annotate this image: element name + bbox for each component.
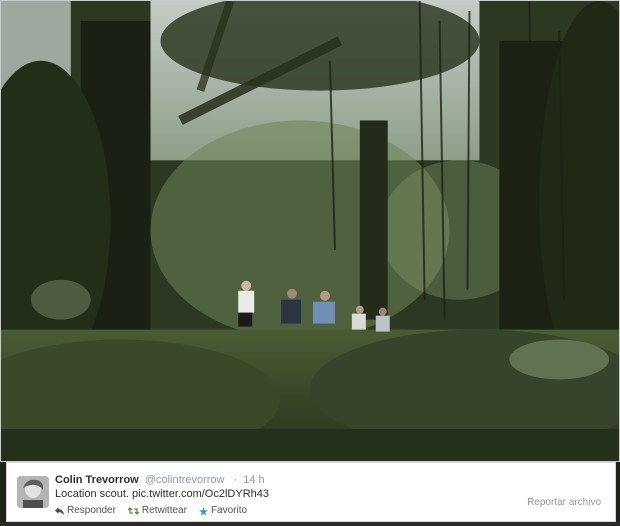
tweet-time[interactable]: 14 h — [243, 474, 264, 486]
user-handle[interactable]: @colintrevorrow — [145, 474, 225, 486]
retweet-label: Retwittear — [141, 505, 187, 516]
display-name[interactable]: Colin Trevorrow — [55, 474, 139, 486]
reply-label: Responder — [67, 505, 116, 516]
reply-icon — [55, 507, 64, 515]
separator: · — [233, 474, 238, 486]
favorite-button[interactable]: Favorito — [198, 505, 248, 517]
reply-button[interactable]: Responder — [55, 505, 116, 517]
tweet-photo[interactable] — [0, 0, 620, 462]
tweet-text: Location scout. pic.twitter.com/Oc2lDYRh… — [55, 488, 269, 500]
report-link[interactable]: Reportar archivo — [527, 497, 601, 508]
star-icon — [198, 506, 208, 516]
tweet-actions: Responder Retwittear Favorito — [55, 505, 259, 517]
retweet-icon — [127, 507, 139, 515]
tweet-card: Colin Trevorrow @colintrevorrow · 14 h L… — [6, 462, 616, 522]
tweet-header: Colin Trevorrow @colintrevorrow · 14 h — [55, 474, 265, 487]
retweet-button[interactable]: Retwittear — [127, 505, 187, 517]
bottom-strip — [0, 522, 620, 526]
jungle-photo — [1, 1, 619, 461]
avatar[interactable] — [17, 476, 49, 508]
favorite-label: Favorito — [210, 505, 248, 516]
